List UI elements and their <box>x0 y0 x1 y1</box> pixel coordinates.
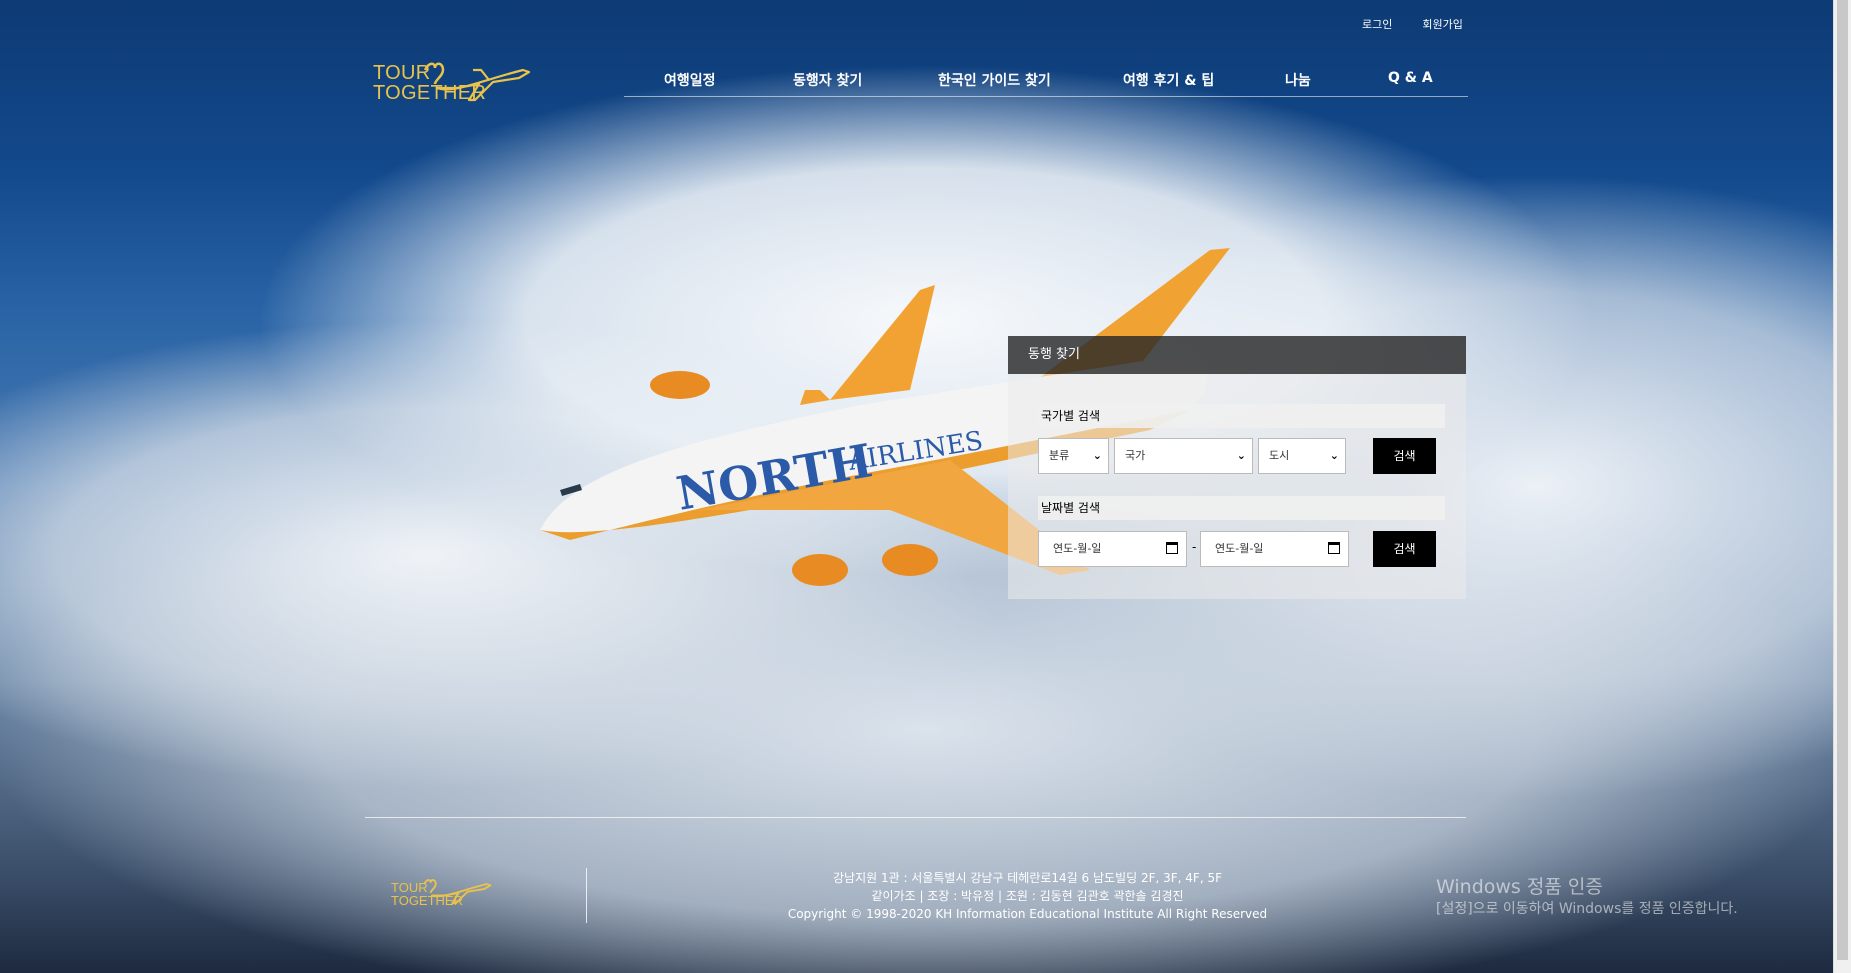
category-select[interactable]: 분류 ⌄ <box>1038 438 1109 474</box>
footer-copyright: Copyright © 1998-2020 KH Information Edu… <box>787 907 1268 921</box>
footer-logo[interactable]: TOUR TOGETHER <box>391 876 492 910</box>
nav-item-sharing[interactable]: 나눔 <box>1285 70 1311 90</box>
country-select-value: 국가 <box>1125 449 1146 462</box>
vertical-scrollbar[interactable] <box>1833 0 1851 973</box>
chevron-down-icon: ⌄ <box>1329 449 1339 462</box>
category-select-value: 분류 <box>1049 449 1070 462</box>
footer-team: 같이가조 | 조장 : 박유정 | 조원 : 김동현 김관호 곽한솔 김경진 <box>871 889 1184 903</box>
country-search-button[interactable]: 검색 <box>1373 438 1436 474</box>
date-to-value: 연도-월-일 <box>1215 542 1264 555</box>
calendar-icon[interactable] <box>1166 542 1178 554</box>
footer-info: 강남지원 1관 : 서울특별시 강남구 테헤란로14길 6 남도빌딩 2F, 3… <box>600 869 1455 923</box>
date-separator: - <box>1192 540 1197 554</box>
country-search-label: 국가별 검색 <box>1038 404 1445 428</box>
city-select[interactable]: 도시 ⌄ <box>1258 438 1346 474</box>
panel-body: 국가별 검색 분류 ⌄ 국가 ⌄ 도시 ⌄ 검색 날짜별 검색 연도-월-일 -… <box>1008 374 1466 599</box>
date-search-label: 날짜별 검색 <box>1038 496 1445 520</box>
top-links: 로그인 회원가입 <box>1362 16 1463 32</box>
scrollbar-thumb[interactable] <box>1837 0 1848 960</box>
date-from-value: 연도-월-일 <box>1053 542 1102 555</box>
footer-divider-line <box>365 817 1466 818</box>
footer-vertical-divider <box>586 868 587 923</box>
date-from-input[interactable]: 연도-월-일 <box>1038 531 1187 567</box>
date-to-input[interactable]: 연도-월-일 <box>1200 531 1349 567</box>
panel-title: 동행 찾기 <box>1008 336 1466 374</box>
nav-item-find-guide[interactable]: 한국인 가이드 찾기 <box>938 70 1051 90</box>
watermark-title: Windows 정품 인증 <box>1436 876 1603 898</box>
airplane-icon <box>423 62 531 102</box>
footer-address: 강남지원 1관 : 서울특별시 강남구 테헤란로14길 6 남도빌딩 2F, 3… <box>832 871 1222 885</box>
country-select[interactable]: 국가 ⌄ <box>1114 438 1253 474</box>
login-link[interactable]: 로그인 <box>1362 16 1392 32</box>
signup-link[interactable]: 회원가입 <box>1422 16 1462 32</box>
watermark-subtitle: [설정]으로 이동하여 Windows를 정품 인증합니다. <box>1436 901 1738 917</box>
calendar-icon[interactable] <box>1328 542 1340 554</box>
companion-search-panel: 동행 찾기 국가별 검색 분류 ⌄ 국가 ⌄ 도시 ⌄ 검색 날짜별 검색 연도… <box>1008 336 1466 599</box>
site-logo[interactable]: TOUR TOGETHER <box>373 58 533 108</box>
nav-item-find-companion[interactable]: 동행자 찾기 <box>793 70 862 90</box>
main-nav: 여행일정 동행자 찾기 한국인 가이드 찾기 여행 후기 & 팁 나눔 Q & … <box>624 58 1468 97</box>
chevron-down-icon: ⌄ <box>1236 449 1246 462</box>
nav-item-reviews-tips[interactable]: 여행 후기 & 팁 <box>1123 70 1214 90</box>
windows-activation-watermark: Windows 정품 인증 [설정]으로 이동하여 Windows를 정품 인증… <box>1436 875 1738 919</box>
nav-item-qna[interactable]: Q & A <box>1388 70 1433 86</box>
date-search-button[interactable]: 검색 <box>1373 531 1436 567</box>
chevron-down-icon: ⌄ <box>1092 449 1102 462</box>
city-select-value: 도시 <box>1269 449 1290 462</box>
nav-item-itinerary[interactable]: 여행일정 <box>664 70 716 90</box>
airplane-icon <box>423 879 492 905</box>
